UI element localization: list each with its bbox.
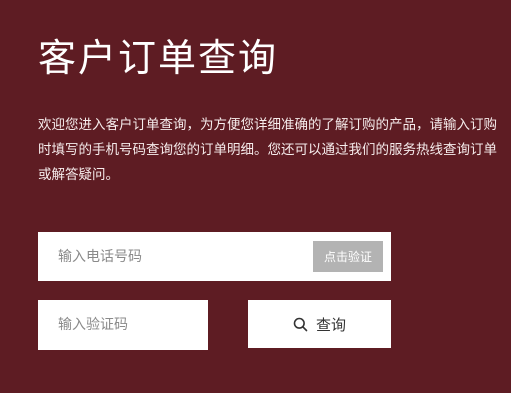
intro-text: 欢迎您进入客户订单查询，为方便您详细准确的了解订购的产品，请输入订购时填写的手机… (38, 117, 497, 183)
verify-button[interactable]: 点击验证 (313, 241, 383, 272)
search-icon (293, 317, 308, 332)
code-field (38, 300, 208, 350)
phone-input[interactable] (38, 232, 308, 281)
phone-field: 点击验证 (38, 232, 391, 281)
verification-code-input[interactable] (38, 300, 208, 350)
query-button[interactable]: 查询 (248, 300, 391, 348)
query-button-label: 查询 (315, 315, 346, 334)
page-title: 客户订单查询 (38, 36, 279, 80)
